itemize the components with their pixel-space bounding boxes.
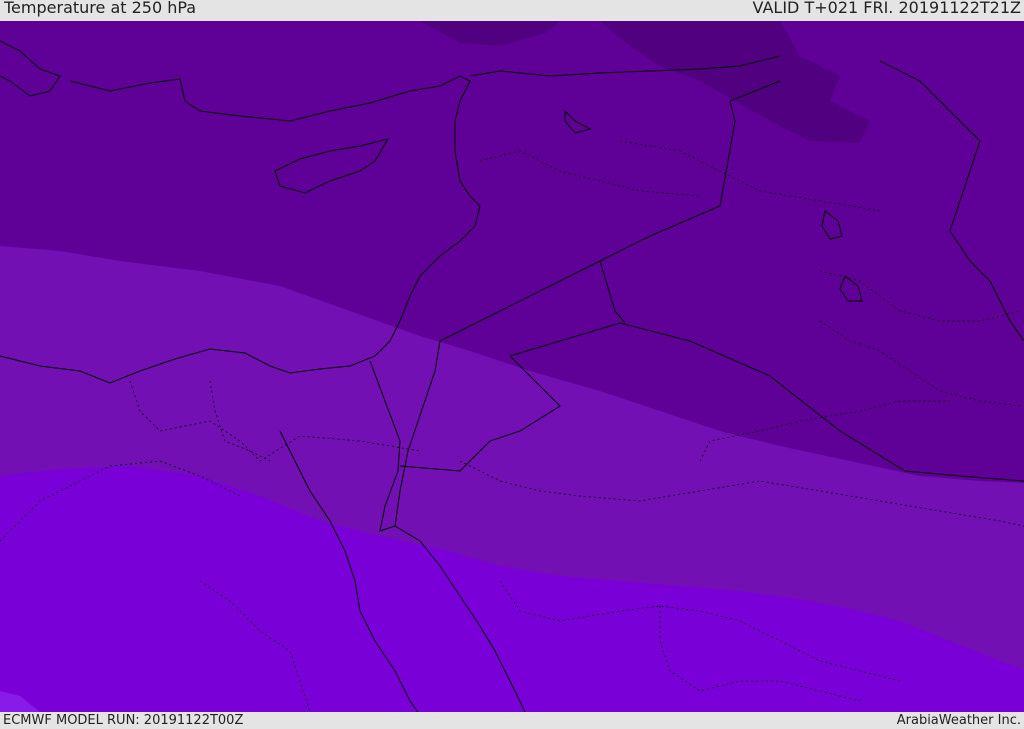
map-canvas[interactable] <box>0 21 1024 712</box>
valid-time-label: VALID T+021 FRI. 20191122T21Z <box>752 0 1021 17</box>
footer-bar: ECMWF MODEL RUN: 20191122T00Z ArabiaWeat… <box>0 712 1024 729</box>
model-run-label: ECMWF MODEL RUN: 20191122T00Z <box>3 713 244 728</box>
credit-label: ArabiaWeather Inc. <box>896 713 1021 728</box>
map-title: Temperature at 250 hPa <box>4 0 197 17</box>
weather-map-frame: Temperature at 250 hPa VALID T+021 FRI. … <box>0 0 1024 729</box>
header-bar: Temperature at 250 hPa VALID T+021 FRI. … <box>0 0 1024 21</box>
